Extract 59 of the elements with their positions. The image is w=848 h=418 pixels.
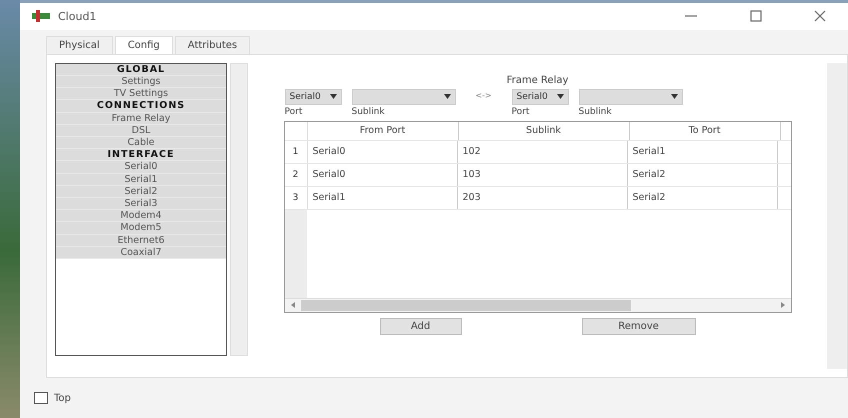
sidebar-item[interactable]: Coaxial7 [56,246,226,260]
caret-icon [556,94,564,100]
sidebar-item[interactable]: Serial2 [56,186,226,198]
sidebar-item[interactable]: Modem4 [56,210,226,222]
close-icon[interactable] [814,10,826,22]
action-button[interactable]: Remove [582,318,696,335]
table-cell: Serial2 [628,164,778,186]
tab[interactable]: Attributes [174,36,250,54]
sidebar-item[interactable]: Serial1 [56,174,226,186]
row-number: 3 [284,186,308,209]
port-dropdown[interactable]: Serial0 [284,88,342,105]
row-number: 1 [284,140,308,163]
scroll-left-icon[interactable] [288,301,296,310]
sidebar-item[interactable]: DSL [56,124,226,138]
sublink-dropdown[interactable] [352,88,456,105]
sidebar-header: CONNECTIONS [56,100,226,113]
caret-icon [330,94,336,100]
sidebar-item[interactable]: Settings [56,76,226,88]
sidebar-item[interactable]: Cable [56,137,226,150]
horizontal-scrollbar[interactable] [284,298,790,312]
port-dropdown[interactable]: Serial0 [512,88,568,105]
table-cell: Serial1 [628,140,778,163]
sidebar-header: INTERFACE [56,149,226,162]
port-label: Port [284,106,304,117]
column-header: Sublink [458,122,630,140]
checkbox[interactable] [34,392,48,404]
column-header: From Port [308,122,458,140]
sublink-label: Sublink [352,106,386,117]
scroll-right-icon[interactable] [778,301,786,310]
table-cell: Serial1 [308,186,458,209]
sidebar-item[interactable]: Modem5 [56,222,226,235]
sublink-dropdown[interactable] [578,88,682,105]
panel-title: Frame Relay [506,74,568,86]
sidebar-header: GLOBAL [56,64,226,76]
port-label: Port [512,106,530,117]
tab[interactable]: Physical [46,36,113,54]
table-cell: Serial0 [308,140,458,163]
sidebar-item[interactable]: Serial3 [56,198,226,210]
checkbox-label: Top [54,392,71,404]
table-cell: 102 [458,140,628,163]
table-cell: 203 [458,186,628,209]
row-number: 2 [284,164,308,186]
sidebar-item[interactable]: Serial0 [56,161,226,174]
table-cell: Serial2 [628,186,778,209]
table-cell: 103 [458,164,628,186]
sidebar-item[interactable]: Frame Relay [56,112,226,125]
table-cell: Serial0 [308,164,458,186]
action-button[interactable]: Add [380,318,462,335]
sidebar-item[interactable]: Ethernet6 [56,234,226,247]
window-title: Cloud1 [58,10,96,23]
caret-icon [444,94,450,100]
link-symbol: <-> [474,90,493,100]
sidebar-item[interactable]: TV Settings [56,88,226,100]
maximize-icon[interactable] [750,10,762,22]
vertical-scrollbar[interactable] [230,62,248,356]
tab[interactable]: Config [114,36,173,54]
sublink-label: Sublink [578,106,613,117]
caret-icon [670,94,678,100]
column-header: To Port [630,122,780,140]
